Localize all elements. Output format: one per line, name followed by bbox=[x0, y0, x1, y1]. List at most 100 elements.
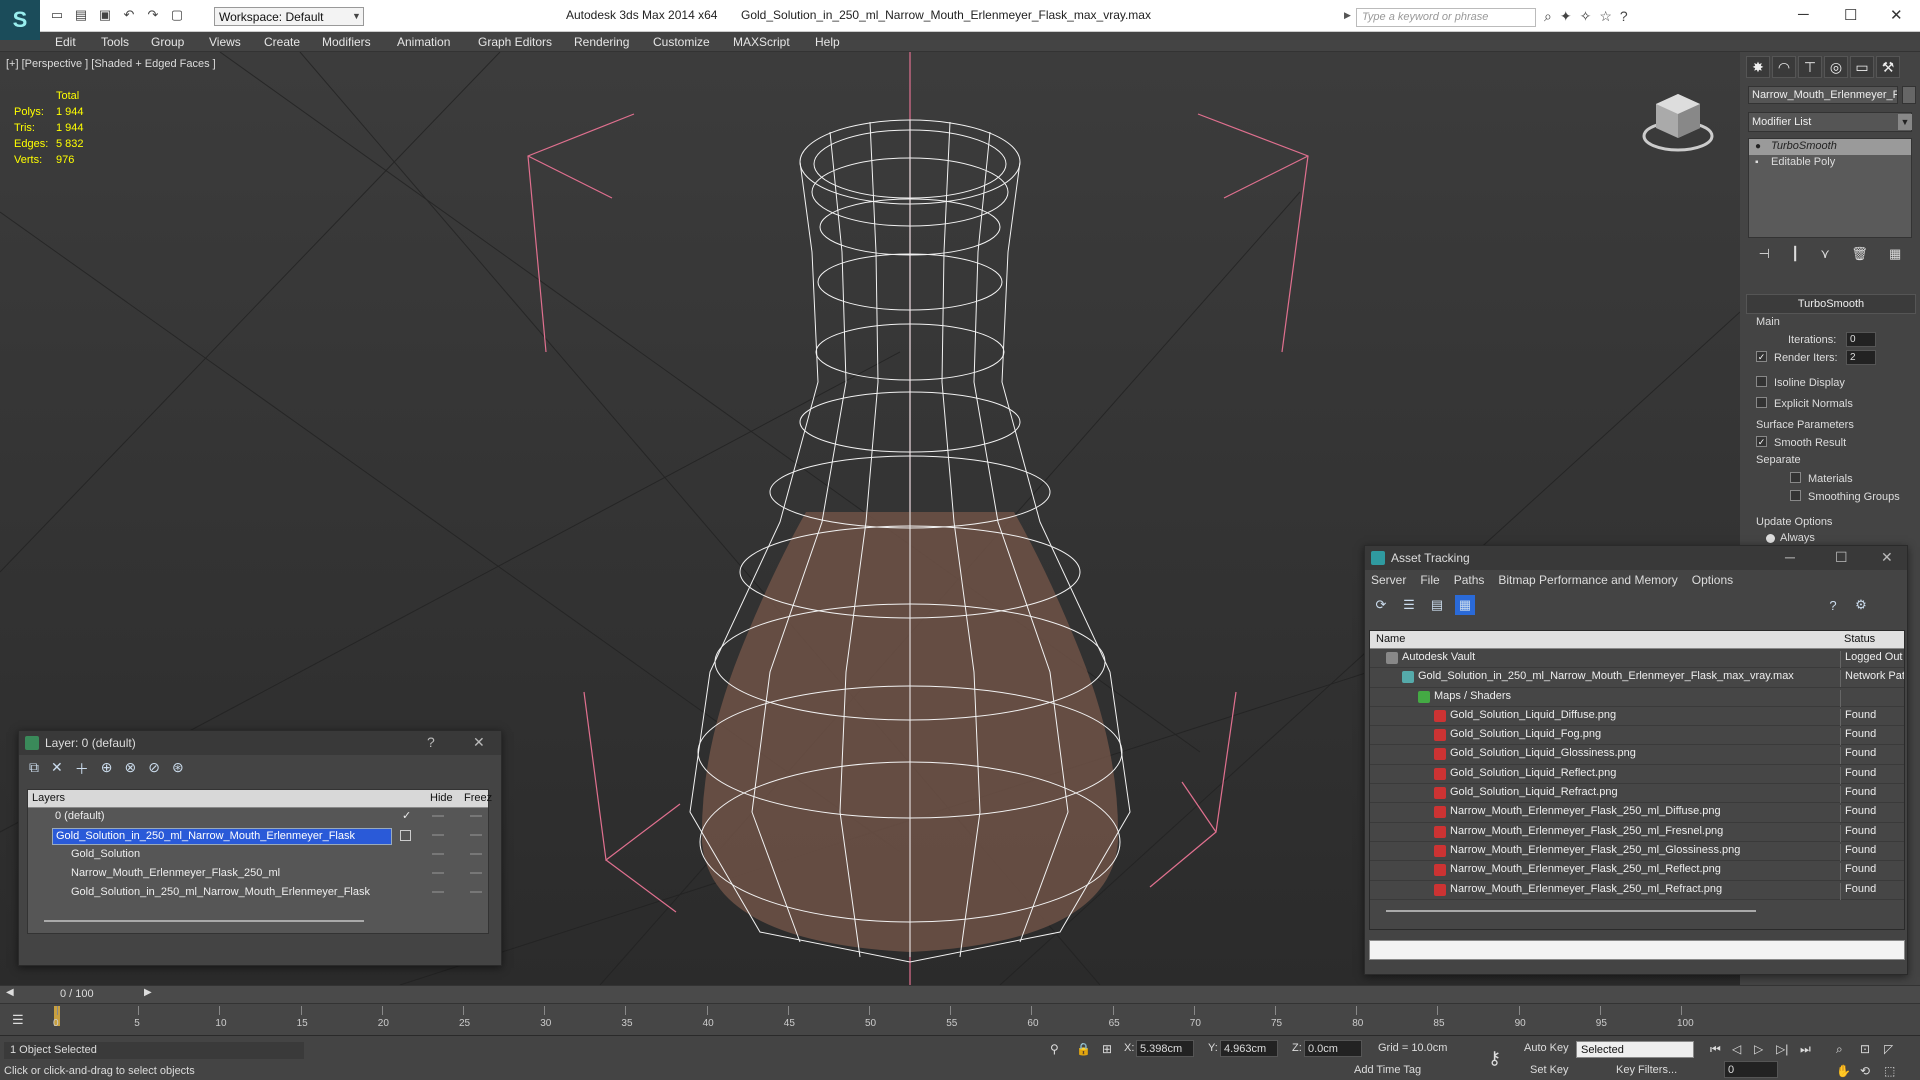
layer-row[interactable]: Gold_Solution_in_250_ml_Narrow_Mouth_Erl… bbox=[28, 884, 488, 903]
materials-checkbox[interactable] bbox=[1790, 472, 1801, 483]
workspace-dropdown[interactable]: Workspace: Default bbox=[214, 7, 364, 26]
menu-create[interactable]: Create bbox=[264, 35, 300, 49]
pan-icon[interactable]: ✋ bbox=[1836, 1064, 1851, 1078]
auto-key-button[interactable]: Auto Key bbox=[1524, 1042, 1569, 1054]
create-layer-icon[interactable]: ⧉ bbox=[29, 759, 39, 777]
configure-modifier-sets-icon[interactable]: ▦ bbox=[1889, 246, 1901, 262]
key-filters-button[interactable]: Key Filters... bbox=[1616, 1064, 1677, 1076]
layers-column-header[interactable]: Layers bbox=[32, 792, 65, 804]
asset-row[interactable]: Narrow_Mouth_Erlenmeyer_Flask_250_ml_Dif… bbox=[1370, 803, 1904, 823]
modifier-list-dropdown[interactable]: Modifier List bbox=[1748, 112, 1912, 132]
chevron-down-icon[interactable]: ▼ bbox=[1898, 114, 1912, 130]
field-of-view-icon[interactable]: ◸ bbox=[1884, 1042, 1893, 1056]
menu-options[interactable]: Options bbox=[1692, 573, 1733, 589]
play-icon[interactable]: ▷ bbox=[1754, 1042, 1763, 1056]
menu-bitmap-performance[interactable]: Bitmap Performance and Memory bbox=[1498, 573, 1677, 589]
utilities-tab-icon[interactable]: ⚒ bbox=[1876, 56, 1900, 78]
settings-icon[interactable]: ⚙ bbox=[1851, 595, 1871, 615]
asset-path-field[interactable] bbox=[1369, 940, 1905, 960]
viewport-label[interactable]: [+] [Perspective ] [Shaded + Edged Faces… bbox=[6, 58, 216, 70]
menu-views[interactable]: Views bbox=[209, 35, 241, 49]
thumbnail-view-icon[interactable]: ▤ bbox=[1427, 595, 1447, 615]
layer-row[interactable]: Gold_Solution bbox=[28, 846, 488, 865]
freeze-column-header[interactable]: Freez bbox=[464, 792, 492, 804]
object-name-field[interactable]: Narrow_Mouth_Erlenmeyer_F bbox=[1748, 86, 1898, 104]
stack-item-turbosmooth[interactable]: ● TurboSmooth bbox=[1749, 139, 1911, 155]
menu-rendering[interactable]: Rendering bbox=[574, 35, 629, 49]
hide-column-header[interactable]: Hide bbox=[430, 792, 453, 804]
freeze-toggle[interactable] bbox=[470, 872, 482, 874]
active-layer-check-icon[interactable]: ✓ bbox=[402, 809, 411, 822]
asset-row[interactable]: Gold_Solution_Liquid_Refract.png Found bbox=[1370, 784, 1904, 804]
menu-customize[interactable]: Customize bbox=[653, 35, 710, 49]
time-slider[interactable]: ◀ 0 / 100 ▶ bbox=[0, 985, 1920, 1003]
display-tab-icon[interactable]: ▭ bbox=[1850, 56, 1874, 78]
set-key-button[interactable]: Set Key bbox=[1530, 1064, 1569, 1076]
menu-modifiers[interactable]: Modifiers bbox=[322, 35, 371, 49]
menu-maxscript[interactable]: MAXScript bbox=[733, 35, 790, 49]
slider-prev-icon[interactable]: ◀ bbox=[6, 987, 14, 998]
asset-row[interactable]: Autodesk Vault Logged Out bbox=[1370, 649, 1904, 669]
mini-curve-editor-icon[interactable]: ☰ bbox=[12, 1012, 24, 1028]
previous-frame-icon[interactable]: ◁ bbox=[1732, 1042, 1741, 1056]
app-logo-icon[interactable]: S bbox=[0, 0, 40, 40]
help-icon[interactable]: ? bbox=[1823, 595, 1843, 615]
hierarchy-tab-icon[interactable]: ⊤ bbox=[1798, 56, 1822, 78]
maximize-icon[interactable]: ☐ bbox=[1835, 549, 1848, 566]
add-to-layer-icon[interactable]: ＋ bbox=[75, 759, 89, 777]
render-iters-checkbox[interactable]: ✓ bbox=[1756, 351, 1767, 362]
make-unique-icon[interactable]: ⋎ bbox=[1820, 246, 1830, 262]
current-frame-field[interactable]: 0 bbox=[1724, 1061, 1778, 1078]
z-coordinate-field[interactable]: 0.0cm bbox=[1304, 1040, 1362, 1057]
asset-row[interactable]: Maps / Shaders bbox=[1370, 688, 1904, 707]
asset-row[interactable]: Narrow_Mouth_Erlenmeyer_Flask_250_ml_Fre… bbox=[1370, 823, 1904, 842]
key-mode-dropdown[interactable]: Selected bbox=[1576, 1041, 1694, 1058]
maximize-viewport-icon[interactable]: ⬚ bbox=[1884, 1064, 1895, 1078]
set-active-layer-box[interactable] bbox=[400, 830, 411, 841]
menu-file[interactable]: File bbox=[1420, 573, 1439, 589]
smoothing-groups-checkbox[interactable] bbox=[1790, 490, 1801, 501]
menu-help[interactable]: Help bbox=[815, 35, 840, 49]
selection-lock-icon[interactable]: 🔒 bbox=[1076, 1042, 1091, 1056]
menu-group[interactable]: Group bbox=[151, 35, 184, 49]
remove-modifier-icon[interactable]: 🗑 bbox=[1851, 246, 1868, 262]
modify-tab-icon[interactable]: ◠ bbox=[1772, 56, 1796, 78]
always-radio[interactable] bbox=[1766, 534, 1775, 543]
pin-stack-icon[interactable]: ⊣ bbox=[1759, 246, 1770, 262]
render-iters-spinner[interactable]: 2 bbox=[1846, 350, 1876, 365]
chevron-down-icon[interactable]: ▼ bbox=[350, 7, 363, 26]
favorites-star-icon[interactable]: ☆ bbox=[1599, 8, 1612, 25]
asset-row[interactable]: Gold_Solution_Liquid_Glossiness.png Found bbox=[1370, 745, 1904, 765]
viewcube-icon[interactable] bbox=[1640, 86, 1720, 156]
layer-window-titlebar[interactable]: Layer: 0 (default) ? ✕ bbox=[19, 731, 501, 755]
hide-toggle[interactable] bbox=[432, 872, 444, 874]
turbosmooth-rollout-header[interactable]: TurboSmooth bbox=[1746, 294, 1916, 314]
asset-row[interactable]: Narrow_Mouth_Erlenmeyer_Flask_250_ml_Glo… bbox=[1370, 842, 1904, 862]
track-bar[interactable]: ☰ 0 5 10 15 20 25 30 35 40 45 50 55 60 65 70 75 80 85 90 95… bbox=[0, 1003, 1920, 1039]
hide-toggle[interactable] bbox=[432, 834, 444, 836]
menu-edit[interactable]: Edit bbox=[55, 35, 76, 49]
hide-toggle[interactable] bbox=[432, 891, 444, 893]
open-file-icon[interactable]: ▤ bbox=[72, 6, 90, 24]
menu-server[interactable]: Server bbox=[1371, 573, 1406, 589]
help-icon[interactable]: ? bbox=[427, 734, 435, 750]
close-icon[interactable]: ✕ bbox=[1881, 549, 1893, 566]
freeze-toggle[interactable] bbox=[470, 891, 482, 893]
freeze-toggle[interactable] bbox=[470, 834, 482, 836]
minimize-icon[interactable]: ─ bbox=[1785, 549, 1795, 565]
explicit-normals-checkbox[interactable] bbox=[1756, 397, 1767, 408]
show-end-result-icon[interactable]: ┃ bbox=[1791, 246, 1799, 262]
save-file-icon[interactable]: ▣ bbox=[96, 6, 114, 24]
orbit-icon[interactable]: ⟲ bbox=[1860, 1064, 1870, 1078]
absolute-mode-icon[interactable]: ⊞ bbox=[1102, 1042, 1112, 1056]
motion-tab-icon[interactable]: ◎ bbox=[1824, 56, 1848, 78]
undo-icon[interactable]: ↶ bbox=[120, 6, 138, 24]
zoom-extents-icon[interactable]: ⊡ bbox=[1860, 1042, 1870, 1056]
isolate-selection-icon[interactable]: ⚲ bbox=[1050, 1042, 1059, 1056]
iterations-spinner[interactable]: 0 bbox=[1846, 332, 1876, 347]
asset-row[interactable]: Gold_Solution_Liquid_Fog.png Found bbox=[1370, 726, 1904, 746]
search-input[interactable]: Type a keyword or phrase bbox=[1356, 8, 1536, 27]
layer-row[interactable]: Narrow_Mouth_Erlenmeyer_Flask_250_ml bbox=[28, 865, 488, 884]
freeze-toggle[interactable] bbox=[470, 853, 482, 855]
x-coordinate-field[interactable]: 5.398cm bbox=[1136, 1040, 1194, 1057]
